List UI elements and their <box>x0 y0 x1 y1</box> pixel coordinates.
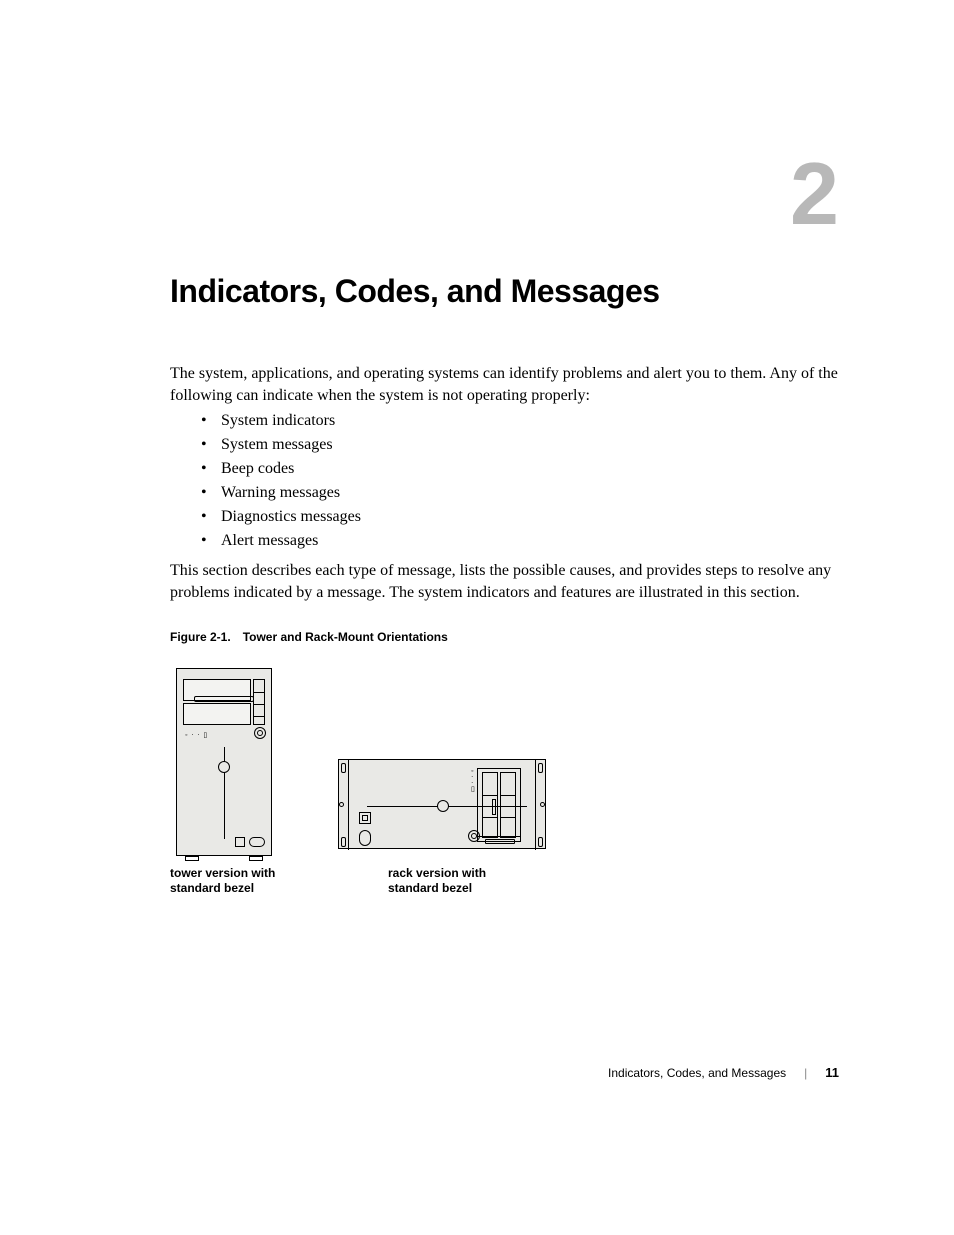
tower-drive-tray-icon <box>194 696 254 702</box>
rack-drive-stack-icon <box>477 768 521 842</box>
tower-bottom-ports-icon <box>235 837 265 847</box>
list-item: Warning messages <box>201 481 361 505</box>
tower-optical-bay-icon <box>183 679 251 701</box>
tower-blank-bay-icon <box>183 703 251 725</box>
footer-divider-icon: | <box>804 1066 807 1080</box>
page-footer: Indicators, Codes, and Messages | 11 <box>608 1065 839 1080</box>
footer-section-title: Indicators, Codes, and Messages <box>608 1066 786 1080</box>
tower-foot-left-icon <box>185 856 199 861</box>
figure-region: ◦ · · ▯ tower version with standard beze… <box>170 662 570 902</box>
chapter-title: Indicators, Codes, and Messages <box>170 273 660 310</box>
tower-center-circle-icon <box>218 761 230 773</box>
footer-page-number: 11 <box>825 1065 839 1080</box>
document-page: 2 Indicators, Codes, and Messages The sy… <box>0 0 954 1235</box>
tower-figure-label: tower version with standard bezel <box>170 866 290 896</box>
figure-title: Tower and Rack-Mount Orientations <box>243 630 448 644</box>
tower-led-row-icon: ◦ · · ▯ <box>185 731 208 739</box>
tower-foot-right-icon <box>249 856 263 861</box>
rack-chassis-icon: ◦··▯ <box>338 759 546 849</box>
intro-bullet-list: System indicators System messages Beep c… <box>201 409 361 553</box>
figure-number: Figure 2-1. <box>170 630 231 644</box>
chapter-number: 2 <box>790 150 839 238</box>
rack-center-circle-icon <box>437 800 449 812</box>
rack-inner-panel-icon: ◦··▯ <box>353 764 531 844</box>
rack-bottom-bay-icon <box>477 836 521 844</box>
rack-left-ports-icon <box>359 812 371 846</box>
list-item: Alert messages <box>201 529 361 553</box>
rack-figure-label: rack version with standard bezel <box>388 866 518 896</box>
intro-paragraph-2: This section describes each type of mess… <box>170 560 839 605</box>
tower-chassis-icon: ◦ · · ▯ <box>176 668 272 856</box>
list-item: Diagnostics messages <box>201 505 361 529</box>
list-item: Beep codes <box>201 457 361 481</box>
tower-side-column-icon <box>253 679 265 725</box>
list-item: System messages <box>201 433 361 457</box>
list-item: System indicators <box>201 409 361 433</box>
rack-screw-right-icon <box>540 802 545 807</box>
rack-screw-left-icon <box>339 802 344 807</box>
tower-lock-ring-icon <box>254 727 266 739</box>
intro-paragraph-1: The system, applications, and operating … <box>170 363 839 408</box>
figure-caption: Figure 2-1. Tower and Rack-Mount Orientat… <box>170 630 448 644</box>
